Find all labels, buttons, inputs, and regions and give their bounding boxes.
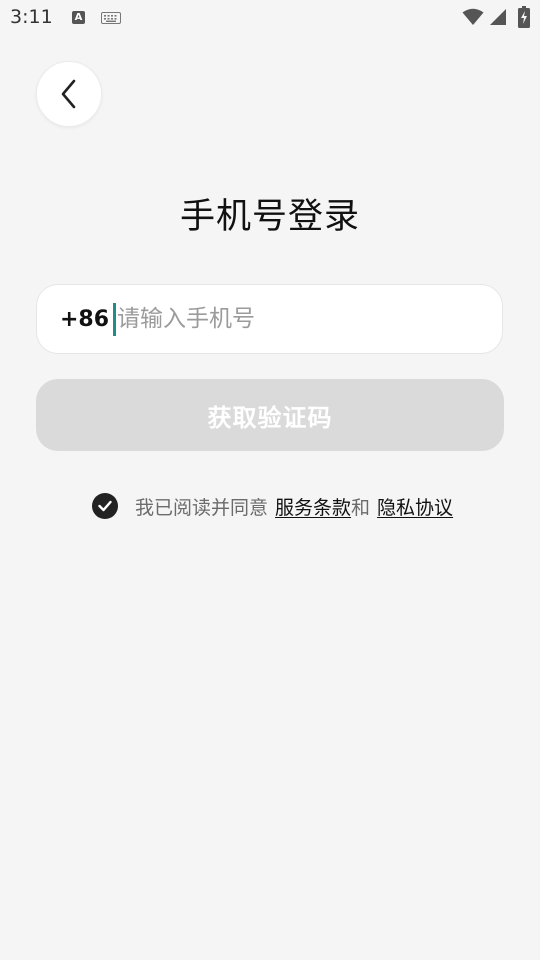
- agreement-conjunction-text: 和: [351, 496, 371, 519]
- status-time: 3:11: [10, 6, 53, 28]
- signal-icon: [490, 9, 506, 25]
- privacy-policy-link[interactable]: 隐私协议: [377, 493, 453, 520]
- back-button[interactable]: [36, 61, 102, 127]
- battery-charging-icon: [518, 6, 530, 28]
- status-bar: 3:11 A: [0, 0, 540, 36]
- text-cursor: [113, 303, 116, 336]
- phone-number-field[interactable]: +86: [36, 284, 503, 354]
- notification-a-icon: A: [72, 11, 85, 24]
- wifi-icon: [462, 8, 484, 25]
- check-icon: [98, 500, 112, 512]
- keyboard-icon: [101, 12, 121, 24]
- agreement-checkbox[interactable]: [92, 493, 118, 519]
- agreement-prefix-text: 我已阅读并同意: [135, 496, 269, 519]
- page-title: 手机号登录: [179, 197, 360, 237]
- agreement-row: 我已阅读并同意 服务条款 和 隐私协议: [92, 490, 453, 522]
- get-verification-code-button[interactable]: 获取验证码: [36, 379, 504, 451]
- phone-number-input[interactable]: [117, 285, 477, 353]
- country-code[interactable]: +86: [60, 285, 109, 355]
- terms-of-service-link[interactable]: 服务条款: [275, 493, 351, 520]
- chevron-left-icon: [61, 79, 76, 109]
